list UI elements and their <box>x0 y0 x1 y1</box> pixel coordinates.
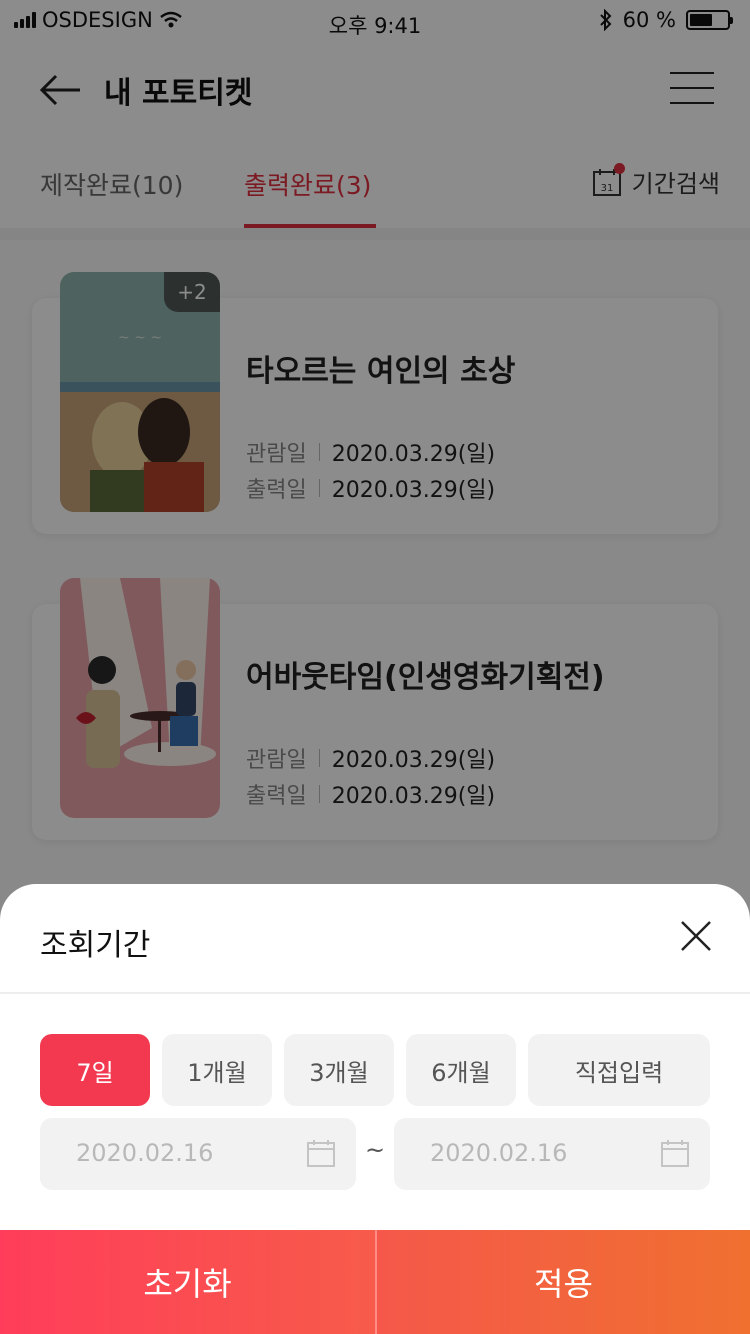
sheet-title: 조회기간 <box>40 928 151 963</box>
end-date-value: 2020.02.16 <box>430 1139 568 1167</box>
calendar-icon <box>307 1140 335 1167</box>
reset-button[interactable]: 초기화 <box>0 1230 375 1334</box>
end-date-field[interactable]: 2020.02.16 <box>394 1118 710 1190</box>
close-icon[interactable] <box>680 920 712 952</box>
calendar-icon <box>661 1140 689 1167</box>
period-chip-3months[interactable]: 3개월 <box>284 1034 394 1106</box>
period-chip-6months[interactable]: 6개월 <box>406 1034 516 1106</box>
period-chip-custom[interactable]: 직접입력 <box>528 1034 710 1106</box>
period-chip-7days[interactable]: 7일 <box>40 1034 150 1106</box>
date-range-separator: ~ <box>364 1136 386 1164</box>
period-filter-sheet: 조회기간 7일 1개월 3개월 6개월 직접입력 2020.02.16 ~ 20… <box>0 884 750 1334</box>
period-chip-1month[interactable]: 1개월 <box>162 1034 272 1106</box>
start-date-value: 2020.02.16 <box>76 1139 214 1167</box>
start-date-field[interactable]: 2020.02.16 <box>40 1118 356 1190</box>
apply-button[interactable]: 적용 <box>377 1230 750 1334</box>
sheet-divider <box>0 992 750 994</box>
